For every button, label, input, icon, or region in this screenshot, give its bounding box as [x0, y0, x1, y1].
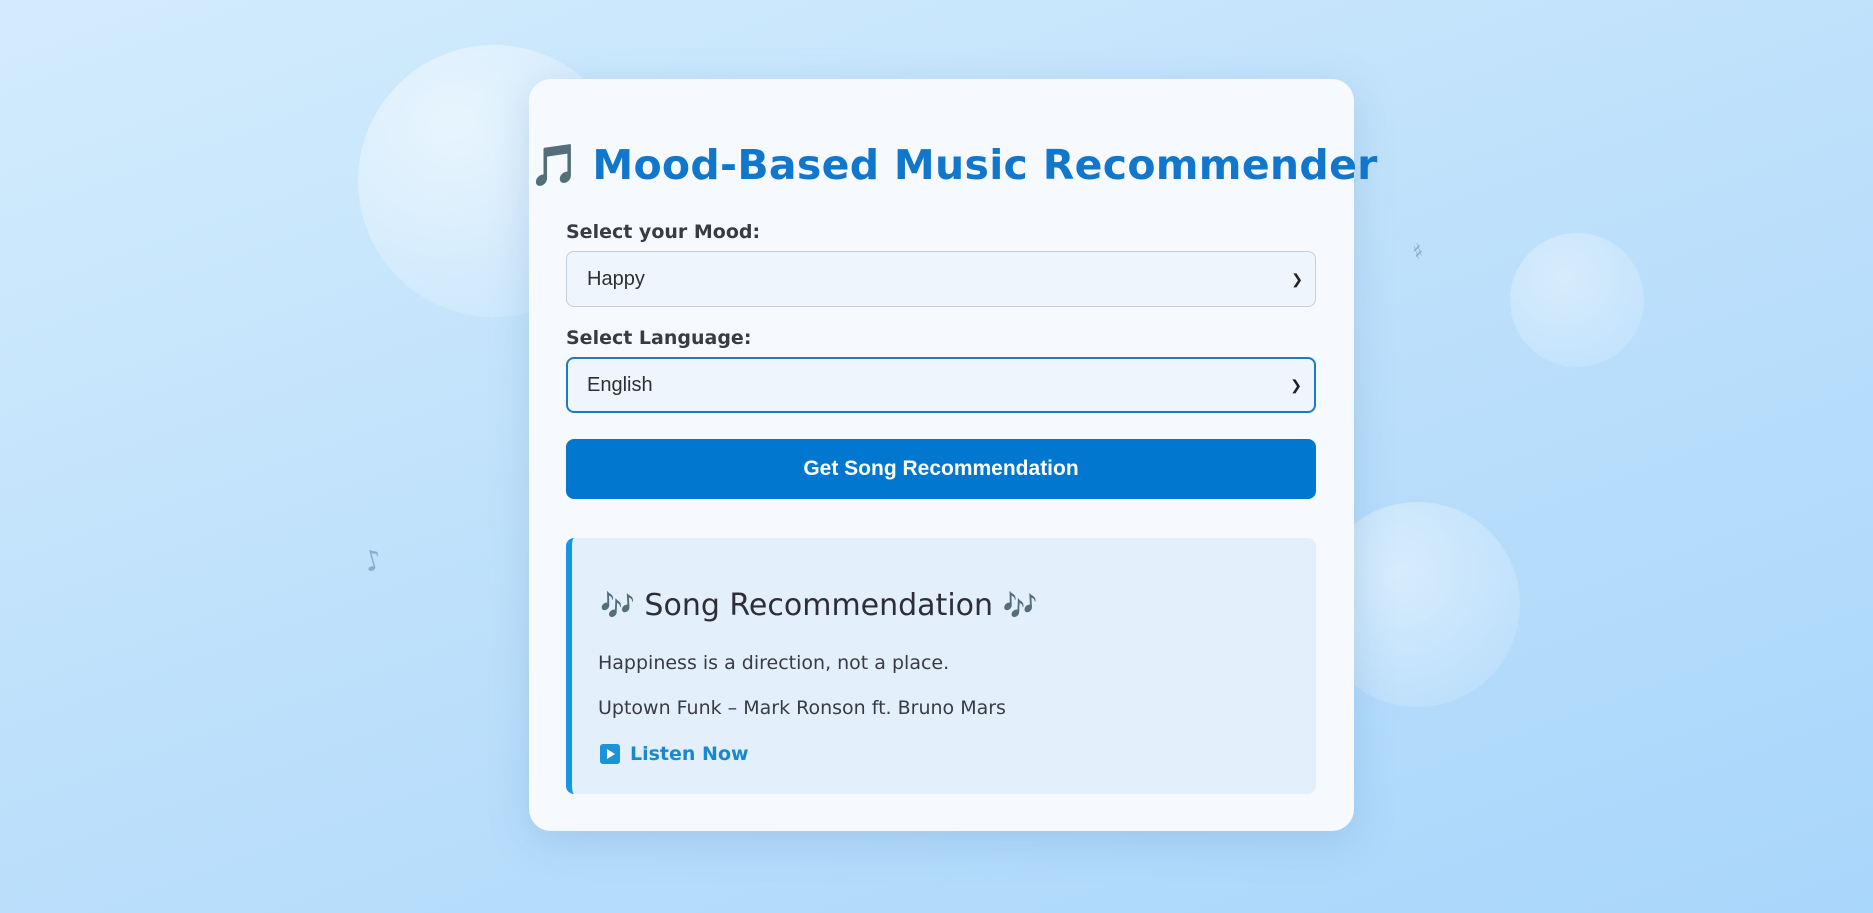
music-notes-icon: 🎶: [600, 589, 635, 622]
chevron-down-icon: ❯: [1290, 377, 1302, 393]
mood-label: Select your Mood:: [566, 221, 761, 243]
song-title: Uptown Funk – Mark Ronson ft. Bruno Mars: [598, 697, 1006, 719]
mood-quote: Happiness is a direction, not a place.: [598, 652, 950, 674]
mood-select[interactable]: Happy ❯: [566, 251, 1316, 307]
recommendation-panel: 🎶 Song Recommendation 🎶 Happiness is a d…: [566, 538, 1316, 794]
background-bubble: [1510, 233, 1644, 367]
language-select[interactable]: English ❯: [566, 357, 1316, 413]
music-note-icon: 🎵: [529, 141, 581, 189]
page-title: 🎵 Mood-Based Music Recommender: [529, 141, 1377, 190]
music-notes-icon: 🎶: [1002, 589, 1038, 622]
page-title-text: Mood-Based Music Recommender: [592, 141, 1378, 189]
language-select-value: English: [587, 374, 653, 396]
get-recommendation-button[interactable]: Get Song Recommendation: [566, 439, 1316, 499]
floating-music-note-icon: ♪: [360, 542, 386, 579]
language-label: Select Language:: [566, 327, 752, 349]
chevron-down-icon: ❯: [1291, 271, 1303, 287]
recommendation-title: 🎶 Song Recommendation 🎶: [600, 588, 1037, 623]
recommender-card: 🎵 Mood-Based Music Recommender Select you…: [529, 79, 1377, 831]
floating-sharp-icon: ♯: [1409, 238, 1428, 267]
listen-now-label: Listen Now: [630, 743, 749, 765]
listen-now-link[interactable]: Listen Now: [600, 743, 749, 765]
recommendation-title-text: Song Recommendation: [644, 588, 994, 623]
play-icon: [600, 744, 620, 764]
mood-select-value: Happy: [587, 268, 645, 290]
